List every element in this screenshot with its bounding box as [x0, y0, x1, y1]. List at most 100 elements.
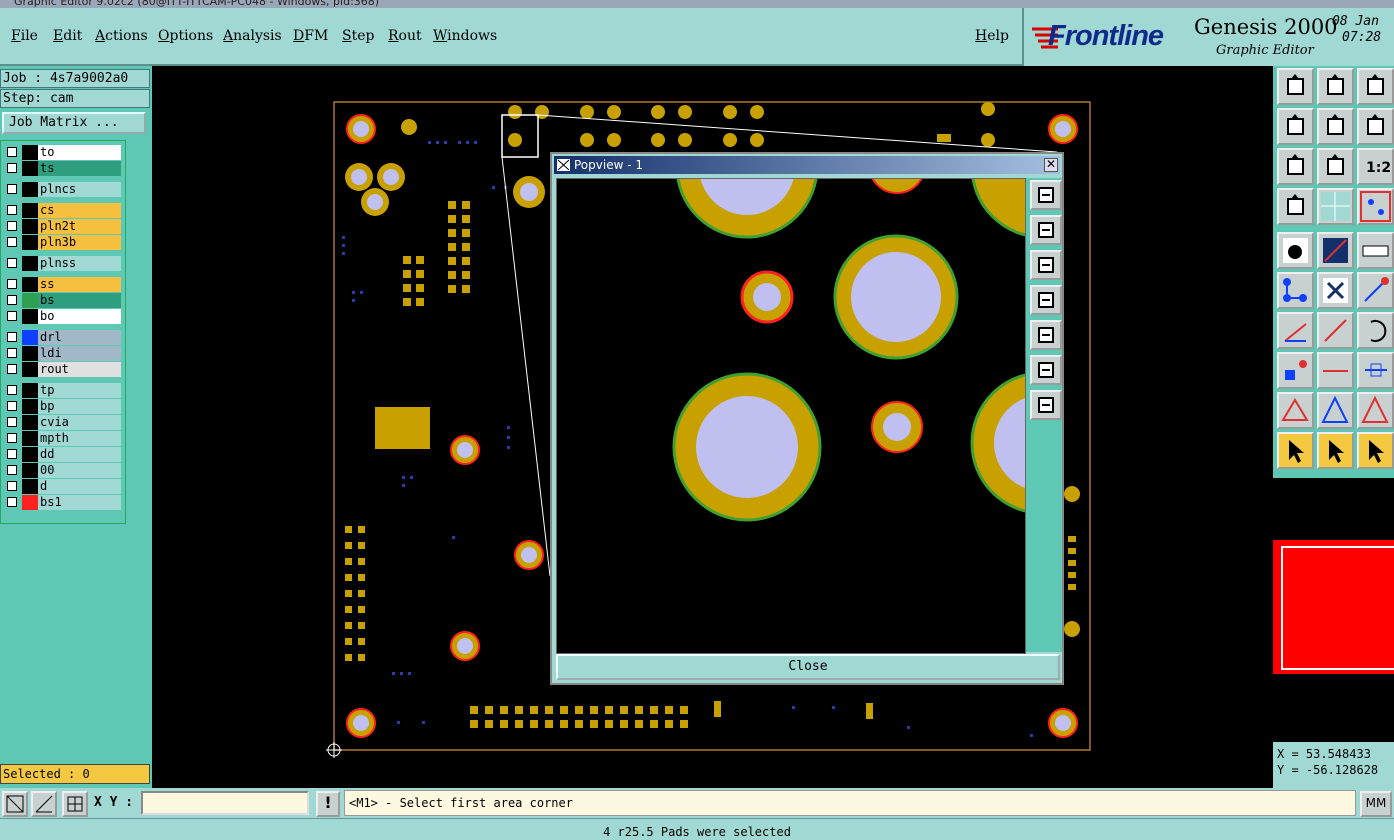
fit-vertical-button[interactable] — [1277, 148, 1314, 185]
layer-color-swatch[interactable] — [22, 399, 38, 414]
layer-color-swatch[interactable] — [22, 383, 38, 398]
popview-center-button[interactable] — [1030, 390, 1062, 420]
popview-titlebar[interactable]: Popview - 1 ✕ — [554, 156, 1060, 174]
dash-button[interactable] — [1317, 352, 1354, 389]
layer-checkbox[interactable] — [7, 348, 17, 358]
pointer-button[interactable] — [1277, 432, 1314, 469]
layer-checkbox[interactable] — [7, 311, 17, 321]
layer-checkbox[interactable] — [7, 332, 17, 342]
popview-pan-left-button[interactable] — [1030, 285, 1062, 315]
pointer-select-button[interactable] — [1317, 432, 1354, 469]
undo-view-button[interactable] — [1357, 108, 1394, 145]
angle-line-button[interactable] — [1277, 312, 1314, 349]
layer-row-cs[interactable]: cs — [3, 203, 121, 218]
job-matrix-button[interactable]: Job Matrix ... — [2, 112, 146, 134]
layer-row-bs1[interactable]: bs1 — [3, 495, 121, 510]
layer-color-swatch[interactable] — [22, 293, 38, 308]
triangle-button[interactable] — [1277, 392, 1314, 429]
layer-checkbox[interactable] — [7, 433, 17, 443]
layer-checkbox[interactable] — [7, 221, 17, 231]
layer-color-swatch[interactable] — [22, 182, 38, 197]
grid-snap-button[interactable] — [62, 791, 88, 817]
layer-row-ldi[interactable]: ldi — [3, 346, 121, 361]
slash-button[interactable] — [1317, 312, 1354, 349]
properties-button[interactable] — [1277, 188, 1314, 225]
select-area-button[interactable] — [2, 791, 28, 817]
layer-row-00[interactable]: 00 — [3, 463, 121, 478]
ruler-button[interactable] — [1357, 232, 1394, 269]
line-button[interactable] — [1317, 232, 1354, 269]
layer-checkbox[interactable] — [7, 401, 17, 411]
layer-color-swatch[interactable] — [22, 235, 38, 250]
arrow-up-button[interactable] — [1317, 392, 1354, 429]
layer-row-rout[interactable]: rout — [3, 362, 121, 377]
layer-row-bp[interactable]: bp — [3, 399, 121, 414]
zoom-page-up-button[interactable] — [1277, 68, 1314, 105]
layer-color-swatch[interactable] — [22, 447, 38, 462]
menu-step[interactable]: Step — [342, 28, 374, 44]
popview-zoom-out-button[interactable] — [1030, 250, 1062, 280]
xy-input[interactable] — [141, 791, 309, 815]
menu-analysis[interactable]: Analysis — [223, 28, 282, 44]
pan-right-button[interactable] — [1317, 108, 1354, 145]
layer-checkbox[interactable] — [7, 184, 17, 194]
alert-button[interactable]: ! — [316, 791, 340, 817]
popview-fit-button[interactable] — [1030, 180, 1062, 210]
layer-checkbox[interactable] — [7, 385, 17, 395]
node-button[interactable] — [1357, 272, 1394, 309]
layer-checkbox[interactable] — [7, 258, 17, 268]
layer-row-d[interactable]: d — [3, 479, 121, 494]
layer-color-swatch[interactable] — [22, 203, 38, 218]
overview-viewport[interactable] — [1281, 546, 1394, 670]
layer-checkbox[interactable] — [7, 481, 17, 491]
pad-button[interactable] — [1277, 232, 1314, 269]
layer-row-pln3b[interactable]: pln3b — [3, 235, 121, 250]
layer-row-to[interactable]: to — [3, 145, 121, 160]
arc-button[interactable] — [1357, 312, 1394, 349]
letter-a-button[interactable] — [1357, 392, 1394, 429]
layer-row-plnss[interactable]: plnss — [3, 256, 121, 271]
layer-color-swatch[interactable] — [22, 495, 38, 510]
pointer-zoom-button[interactable] — [1357, 432, 1394, 469]
layer-color-swatch[interactable] — [22, 330, 38, 345]
layer-color-swatch[interactable] — [22, 161, 38, 176]
popview-pan-right-button[interactable] — [1030, 320, 1062, 350]
layer-checkbox[interactable] — [7, 364, 17, 374]
feature-button[interactable] — [1277, 352, 1314, 389]
units-button[interactable]: MM — [1360, 791, 1392, 817]
layer-row-drl[interactable]: drl — [3, 330, 121, 345]
layer-checkbox[interactable] — [7, 279, 17, 289]
layer-row-plncs[interactable]: plncs — [3, 182, 121, 197]
layer-row-pln2t[interactable]: pln2t — [3, 219, 121, 234]
popview-zoom-in-button[interactable] — [1030, 215, 1062, 245]
zoom-page-down-button[interactable] — [1317, 68, 1354, 105]
layer-color-swatch[interactable] — [22, 479, 38, 494]
menu-options[interactable]: Options — [158, 28, 213, 44]
popview-close-icon[interactable]: ✕ — [1044, 158, 1058, 172]
layer-color-swatch[interactable] — [22, 256, 38, 271]
layer-row-ts[interactable]: ts — [3, 161, 121, 176]
layer-row-dd[interactable]: dd — [3, 447, 121, 462]
layer-color-swatch[interactable] — [22, 219, 38, 234]
layer-row-mpth[interactable]: mpth — [3, 431, 121, 446]
layer-row-bo[interactable]: bo — [3, 309, 121, 324]
layer-row-bs[interactable]: bs — [3, 293, 121, 308]
layer-row-tp[interactable]: tp — [3, 383, 121, 398]
home-button[interactable] — [1357, 68, 1394, 105]
overview-panel[interactable] — [1273, 478, 1394, 742]
layer-color-swatch[interactable] — [22, 415, 38, 430]
snap-button[interactable] — [1357, 188, 1394, 225]
menu-dfm[interactable]: DFM — [293, 28, 328, 44]
layer-checkbox[interactable] — [7, 417, 17, 427]
grid-button[interactable] — [1317, 188, 1354, 225]
layer-color-swatch[interactable] — [22, 145, 38, 160]
popview-fit-all-button[interactable] — [1030, 355, 1062, 385]
layer-color-swatch[interactable] — [22, 362, 38, 377]
menu-windows[interactable]: Windows — [433, 28, 497, 44]
connect-button[interactable] — [1277, 272, 1314, 309]
layer-checkbox[interactable] — [7, 449, 17, 459]
layer-checkbox[interactable] — [7, 465, 17, 475]
layer-checkbox[interactable] — [7, 147, 17, 157]
layer-checkbox[interactable] — [7, 163, 17, 173]
layer-row-ss[interactable]: ss — [3, 277, 121, 292]
